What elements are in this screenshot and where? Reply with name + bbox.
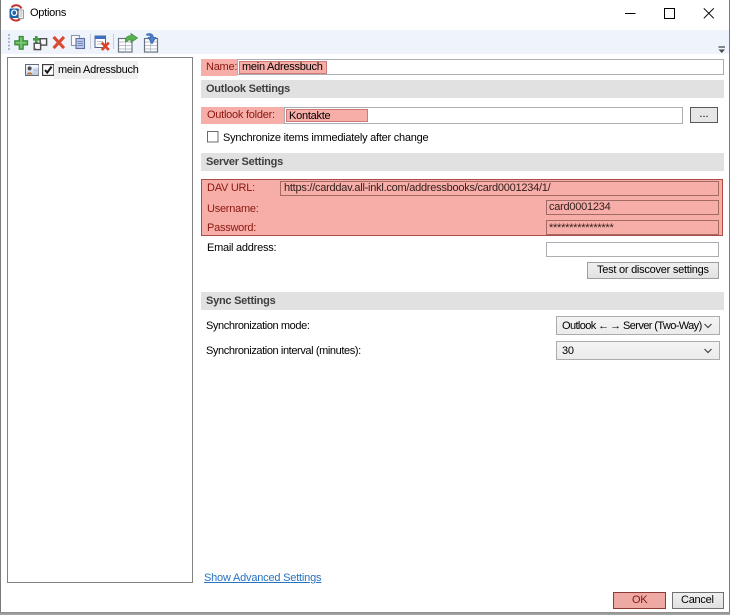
svg-text:O: O	[11, 8, 18, 18]
